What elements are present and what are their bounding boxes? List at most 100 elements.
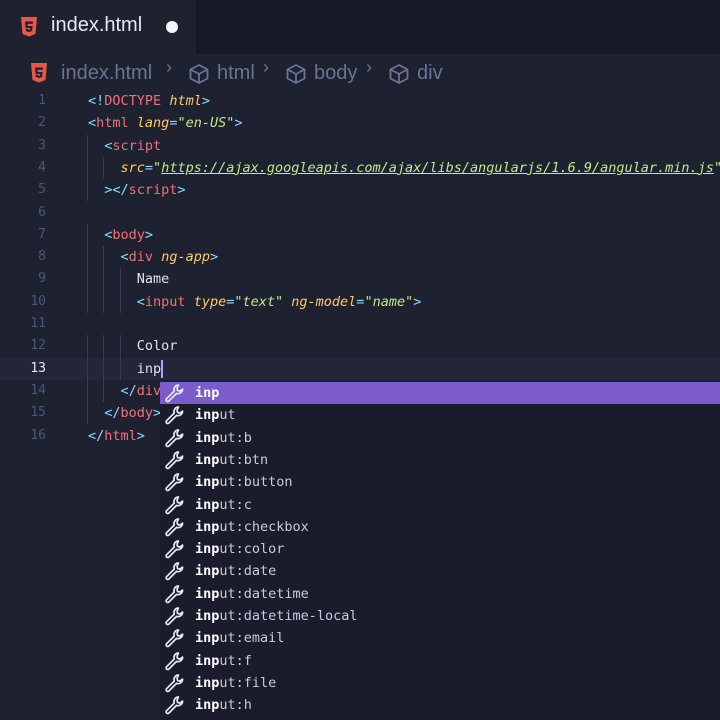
code-line[interactable]: 12 Color <box>0 335 720 357</box>
code-line[interactable]: 7 <body> <box>0 224 720 246</box>
indent-guide <box>87 268 88 291</box>
text-cursor <box>161 359 164 378</box>
line-number: 16 <box>30 427 46 443</box>
suggestion-item[interactable]: input:datetime-local <box>160 605 720 627</box>
suggestion-item[interactable]: input:checkbox <box>160 516 720 538</box>
indent-guide <box>87 156 88 180</box>
line-number: 13 <box>30 360 46 376</box>
line-number: 11 <box>30 316 46 331</box>
code-line[interactable]: 3 <script <box>0 135 720 157</box>
line-number: 12 <box>30 338 46 354</box>
suggestion-item[interactable]: input:f <box>160 650 720 672</box>
indent-guide <box>103 268 105 291</box>
indent-guide <box>119 357 121 380</box>
code-line[interactable]: 11 <box>0 313 720 335</box>
code-token: < <box>88 115 97 132</box>
code-line[interactable]: 2 <html lang="en-US"> <box>0 112 720 134</box>
code-token: script <box>112 137 162 154</box>
suggestion-item[interactable]: input:button <box>160 471 720 493</box>
suggestion-item[interactable]: input:color <box>160 538 720 560</box>
suggestion-label: input:button <box>195 474 293 491</box>
code-text: Name <box>137 268 170 290</box>
code-line[interactable]: 6 <box>0 202 720 224</box>
code-token: input <box>144 293 186 310</box>
suggestion-item[interactable]: input:datetime <box>160 583 720 605</box>
chevron-right-icon: › <box>166 57 172 77</box>
code-text: inp <box>137 358 161 380</box>
line-number: 5 <box>38 182 46 198</box>
code-token: html <box>169 93 202 109</box>
wrench-icon <box>164 450 186 470</box>
code-text: <body> <box>104 224 153 246</box>
line-number: 9 <box>38 271 46 287</box>
indent-guide <box>103 156 105 180</box>
code-line[interactable]: 5 ></script> <box>0 179 720 201</box>
wrench-icon <box>164 428 186 448</box>
breadcrumb-label: html <box>217 62 255 84</box>
suggestion-item[interactable]: input:b <box>160 427 720 449</box>
wrench-icon <box>164 673 186 693</box>
cube-icon <box>285 63 307 89</box>
suggestion-label: input:datetime <box>195 585 309 602</box>
wrench-icon <box>164 539 186 559</box>
line-number: 3 <box>38 137 46 153</box>
wrench-icon <box>164 606 186 626</box>
code-token: > <box>209 249 219 266</box>
suggestion-item[interactable]: input:c <box>160 494 720 516</box>
suggestion-label: input:f <box>195 652 252 669</box>
wrench-icon <box>164 561 186 581</box>
unsaved-dot-icon[interactable] <box>166 21 178 33</box>
indent-guide <box>103 290 105 313</box>
suggestion-item[interactable]: input:date <box>160 560 720 582</box>
line-number: 4 <box>38 159 46 175</box>
code-token: html <box>104 427 137 444</box>
code-line[interactable]: 10 <input type="text" ng-model="name"> <box>0 291 720 313</box>
code-token: </ <box>120 382 137 399</box>
suggestion-label: input:btn <box>195 451 269 468</box>
suggestion-item[interactable]: inp <box>160 382 720 404</box>
code-line[interactable]: 4 src="https://ajax.googleapis.com/ajax/l… <box>0 157 720 179</box>
wrench-icon <box>164 383 186 403</box>
line-number: 1 <box>38 93 46 108</box>
line-number: 6 <box>38 204 46 220</box>
suggestion-item[interactable]: input:btn <box>160 449 720 471</box>
indent-guide <box>87 134 88 157</box>
indent-guide <box>87 223 88 247</box>
tab-index-html[interactable]: index.html <box>0 0 196 54</box>
wrench-icon <box>164 628 186 648</box>
code-token: ></ <box>104 182 129 199</box>
code-token: " <box>153 159 162 176</box>
code-token: ng-app <box>161 249 210 266</box>
html5-icon <box>21 17 37 37</box>
suggestion-item[interactable]: input <box>160 404 720 426</box>
code-token: Name <box>136 271 170 288</box>
code-token: > <box>136 427 145 444</box>
suggestion-label: input:date <box>195 563 277 580</box>
code-token: </ <box>104 405 121 422</box>
code-line[interactable]: 9 Name <box>0 268 720 290</box>
suggestion-label: input:checkbox <box>195 518 309 535</box>
code-token: </ <box>88 427 105 444</box>
code-line[interactable]: 8 <div ng-app> <box>0 246 720 268</box>
code-token: DOCTYPE <box>104 93 162 109</box>
indent-guide <box>103 246 105 269</box>
code-line[interactable]: 1 <!DOCTYPE html> <box>0 90 720 112</box>
suggestion-item[interactable]: input:email <box>160 627 720 649</box>
code-token: > <box>234 115 243 132</box>
suggestion-label: input:color <box>195 541 285 558</box>
code-token: inp <box>136 360 162 377</box>
code-token: div <box>128 249 154 266</box>
suggestion-label: inp <box>195 385 220 401</box>
line-number: 14 <box>30 382 46 398</box>
indent-guide <box>103 379 105 403</box>
indent-guide <box>119 268 121 291</box>
wrench-icon <box>164 495 186 515</box>
code-line[interactable]: 13 inp <box>0 357 720 380</box>
suggestion-item[interactable]: input:file <box>160 672 720 694</box>
code-token: lang <box>136 115 170 132</box>
code-text: <div ng-app> <box>121 246 219 268</box>
wrench-icon <box>164 695 186 715</box>
wrench-icon <box>164 584 186 604</box>
suggestion-item[interactable]: input:h <box>160 694 720 716</box>
